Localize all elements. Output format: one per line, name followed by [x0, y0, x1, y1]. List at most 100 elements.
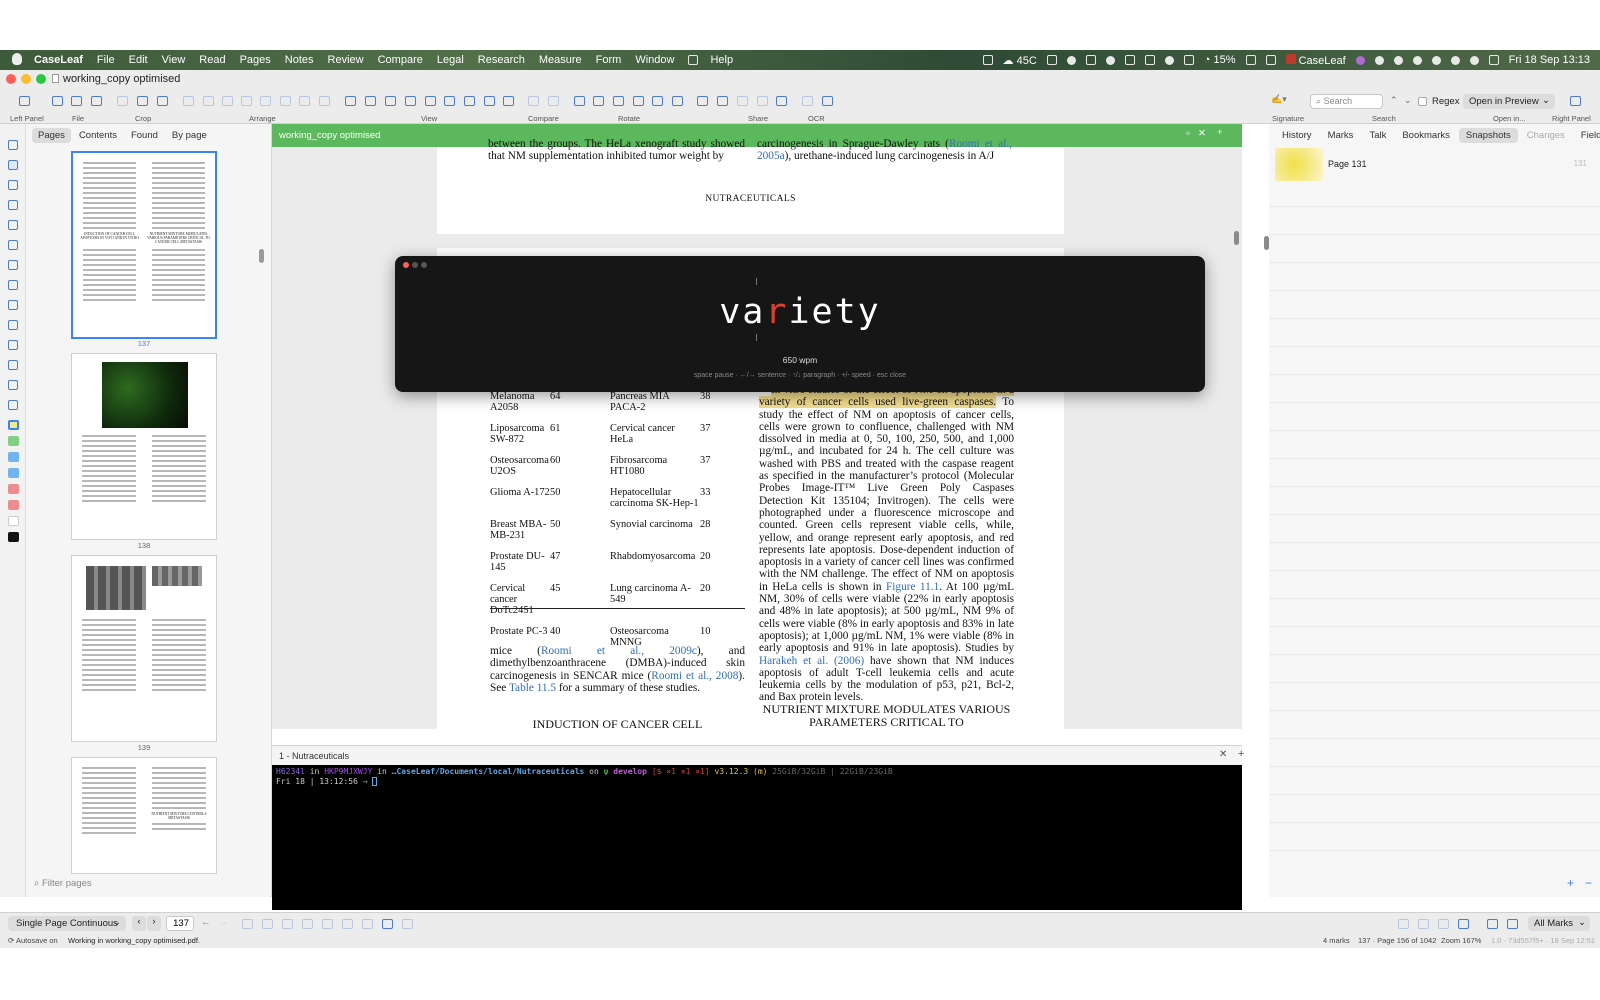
page-number-input[interactable]: [166, 916, 194, 931]
tab-history[interactable]: History: [1275, 128, 1319, 143]
bottom-tool-icon[interactable]: [242, 919, 253, 929]
citation-link[interactable]: Roomi et al., 2008: [651, 670, 738, 682]
display-icon[interactable]: [1124, 55, 1135, 65]
bottom-tool-icon[interactable]: [402, 919, 413, 929]
speed-reader-overlay[interactable]: variety 650 wpm space pause · ←/→ senten…: [395, 256, 1205, 392]
fit-width-icon[interactable]: [405, 96, 416, 106]
menu-file[interactable]: File: [97, 54, 115, 66]
terminal-pane[interactable]: H6234l in HKP9MJXWJY in …CaseLeaf/Docume…: [272, 765, 1242, 910]
color-swatch-white[interactable]: [8, 516, 19, 526]
rotate-page-icon[interactable]: [613, 96, 624, 106]
menu-app-name[interactable]: CaseLeaf: [34, 54, 83, 66]
wifi-icon[interactable]: [1245, 55, 1256, 65]
menu-view[interactable]: View: [162, 54, 186, 66]
print-icon[interactable]: [91, 96, 102, 106]
straighten-icon[interactable]: [652, 96, 663, 106]
script-menu-icon[interactable]: [982, 55, 993, 65]
control-center-icon[interactable]: [1265, 55, 1276, 65]
magnify-tool-icon[interactable]: [8, 380, 18, 390]
mic-icon[interactable]: [1355, 55, 1365, 65]
share-stack-icon[interactable]: [757, 96, 768, 106]
text-select-tool-icon[interactable]: [8, 160, 18, 170]
fill-tool-icon[interactable]: [8, 400, 18, 410]
tab-by-page[interactable]: By page: [166, 128, 213, 143]
bottom-tool-icon[interactable]: [322, 919, 333, 929]
edit-icon[interactable]: [1487, 919, 1498, 929]
add-terminal-icon[interactable]: +: [1238, 748, 1244, 760]
view-mode-dropdown[interactable]: Single Page Continuous ⌄: [8, 916, 126, 931]
arrange-icon-8[interactable]: [319, 96, 330, 106]
presentation-icon[interactable]: [503, 96, 514, 106]
page-thumbnail[interactable]: [71, 353, 217, 540]
chat-icon[interactable]: [1507, 919, 1518, 929]
menu-notes[interactable]: Notes: [285, 54, 314, 66]
tab-fields[interactable]: Fields: [1574, 128, 1600, 143]
menu-form[interactable]: Form: [596, 54, 622, 66]
tab-bookmarks[interactable]: Bookmarks: [1395, 128, 1457, 143]
zoom-out-icon[interactable]: [345, 96, 356, 106]
document-scrollbar[interactable]: [1234, 231, 1239, 245]
tab-pages[interactable]: Pages: [32, 128, 71, 143]
tab-talk[interactable]: Talk: [1362, 128, 1393, 143]
bottom-tool-icon[interactable]: [262, 919, 273, 929]
pen-tool-icon[interactable]: [8, 220, 18, 230]
open-in-dropdown[interactable]: Open in Preview ⌄: [1463, 94, 1555, 109]
highlight-tool-icon[interactable]: [425, 96, 436, 106]
signature-button[interactable]: ✍▾: [1271, 94, 1297, 108]
compare-icon-1[interactable]: [528, 96, 539, 106]
arrange-icon-5[interactable]: [260, 96, 271, 106]
search-field[interactable]: ⌕ Search: [1310, 94, 1383, 109]
menu-pages[interactable]: Pages: [240, 54, 271, 66]
weather-temperature[interactable]: ☁ 45C: [1003, 54, 1037, 67]
forward-arrow-icon[interactable]: →: [219, 917, 229, 928]
right-panel-toggle-icon[interactable]: [1570, 96, 1581, 106]
color-swatch-yellow[interactable]: [8, 420, 19, 430]
rotate-left-icon[interactable]: [574, 96, 585, 106]
menu-compare[interactable]: Compare: [378, 54, 423, 66]
search-previous-button[interactable]: ⌃: [1390, 95, 1398, 106]
compare-icon-2[interactable]: [548, 96, 559, 106]
snapshot-item[interactable]: Page 131 131: [1275, 148, 1591, 184]
arrange-icon-4[interactable]: [241, 96, 252, 106]
status-dot-icon[interactable]: [1066, 55, 1076, 65]
search-next-button[interactable]: ⌄: [1404, 95, 1412, 106]
previous-page-button[interactable]: ‹: [132, 916, 146, 931]
arrange-icon-7[interactable]: [299, 96, 310, 106]
bottom-tool-icon[interactable]: [362, 919, 373, 929]
page-text-column[interactable]: In vitro studies of the effect of NM on …: [759, 384, 1014, 704]
share-export-icon[interactable]: [717, 96, 728, 106]
add-snapshot-button[interactable]: +: [1567, 876, 1574, 890]
remove-snapshot-button[interactable]: −: [1585, 876, 1592, 890]
people-icon[interactable]: [1398, 919, 1409, 929]
battery-indicator[interactable]: ◔ 15%: [1204, 54, 1236, 66]
menu-help[interactable]: Help: [710, 54, 733, 66]
form-tool-icon[interactable]: [8, 280, 18, 290]
close-reader-button[interactable]: [403, 262, 409, 268]
tab-found[interactable]: Found: [125, 128, 164, 143]
volume-icon[interactable]: [1450, 55, 1460, 65]
menu-legal[interactable]: Legal: [437, 54, 464, 66]
color-swatch-black[interactable]: [8, 532, 19, 542]
color-swatch-red[interactable]: [8, 484, 19, 494]
autosave-status[interactable]: ⟳ Autosave on: [8, 936, 58, 945]
apple-icon[interactable]: [12, 53, 22, 65]
ocr-scan-icon[interactable]: [822, 96, 833, 106]
download-icon[interactable]: [1393, 55, 1403, 65]
terminal-cursor[interactable]: [372, 777, 378, 786]
document-view[interactable]: working_copy optimised ⚭ ✕ + between the…: [272, 124, 1242, 729]
filter-pages-field[interactable]: ⌕ Filter pages: [30, 876, 266, 892]
zoom-in-icon[interactable]: [365, 96, 376, 106]
ocr-zoom-icon[interactable]: [802, 96, 813, 106]
stamp-tool-icon[interactable]: [8, 320, 18, 330]
page-text-column[interactable]: carcinogenesis in Sprague-Dawley rats (R…: [757, 138, 1012, 163]
highlight-tool-icon[interactable]: [8, 180, 18, 190]
active-app-indicator[interactable]: CaseLeaf: [1285, 53, 1346, 67]
bottom-tool-icon[interactable]: [302, 919, 313, 929]
two-page-icon[interactable]: [464, 96, 475, 106]
menu-measure[interactable]: Measure: [539, 54, 582, 66]
color-swatch-blue[interactable]: [8, 452, 19, 462]
add-tab-icon[interactable]: +: [1217, 127, 1223, 138]
measure-tool-icon[interactable]: [8, 360, 18, 370]
marks-filter-dropdown[interactable]: All Marks ⌄: [1528, 916, 1590, 931]
table-reference-link[interactable]: Table 11.5: [509, 682, 556, 694]
